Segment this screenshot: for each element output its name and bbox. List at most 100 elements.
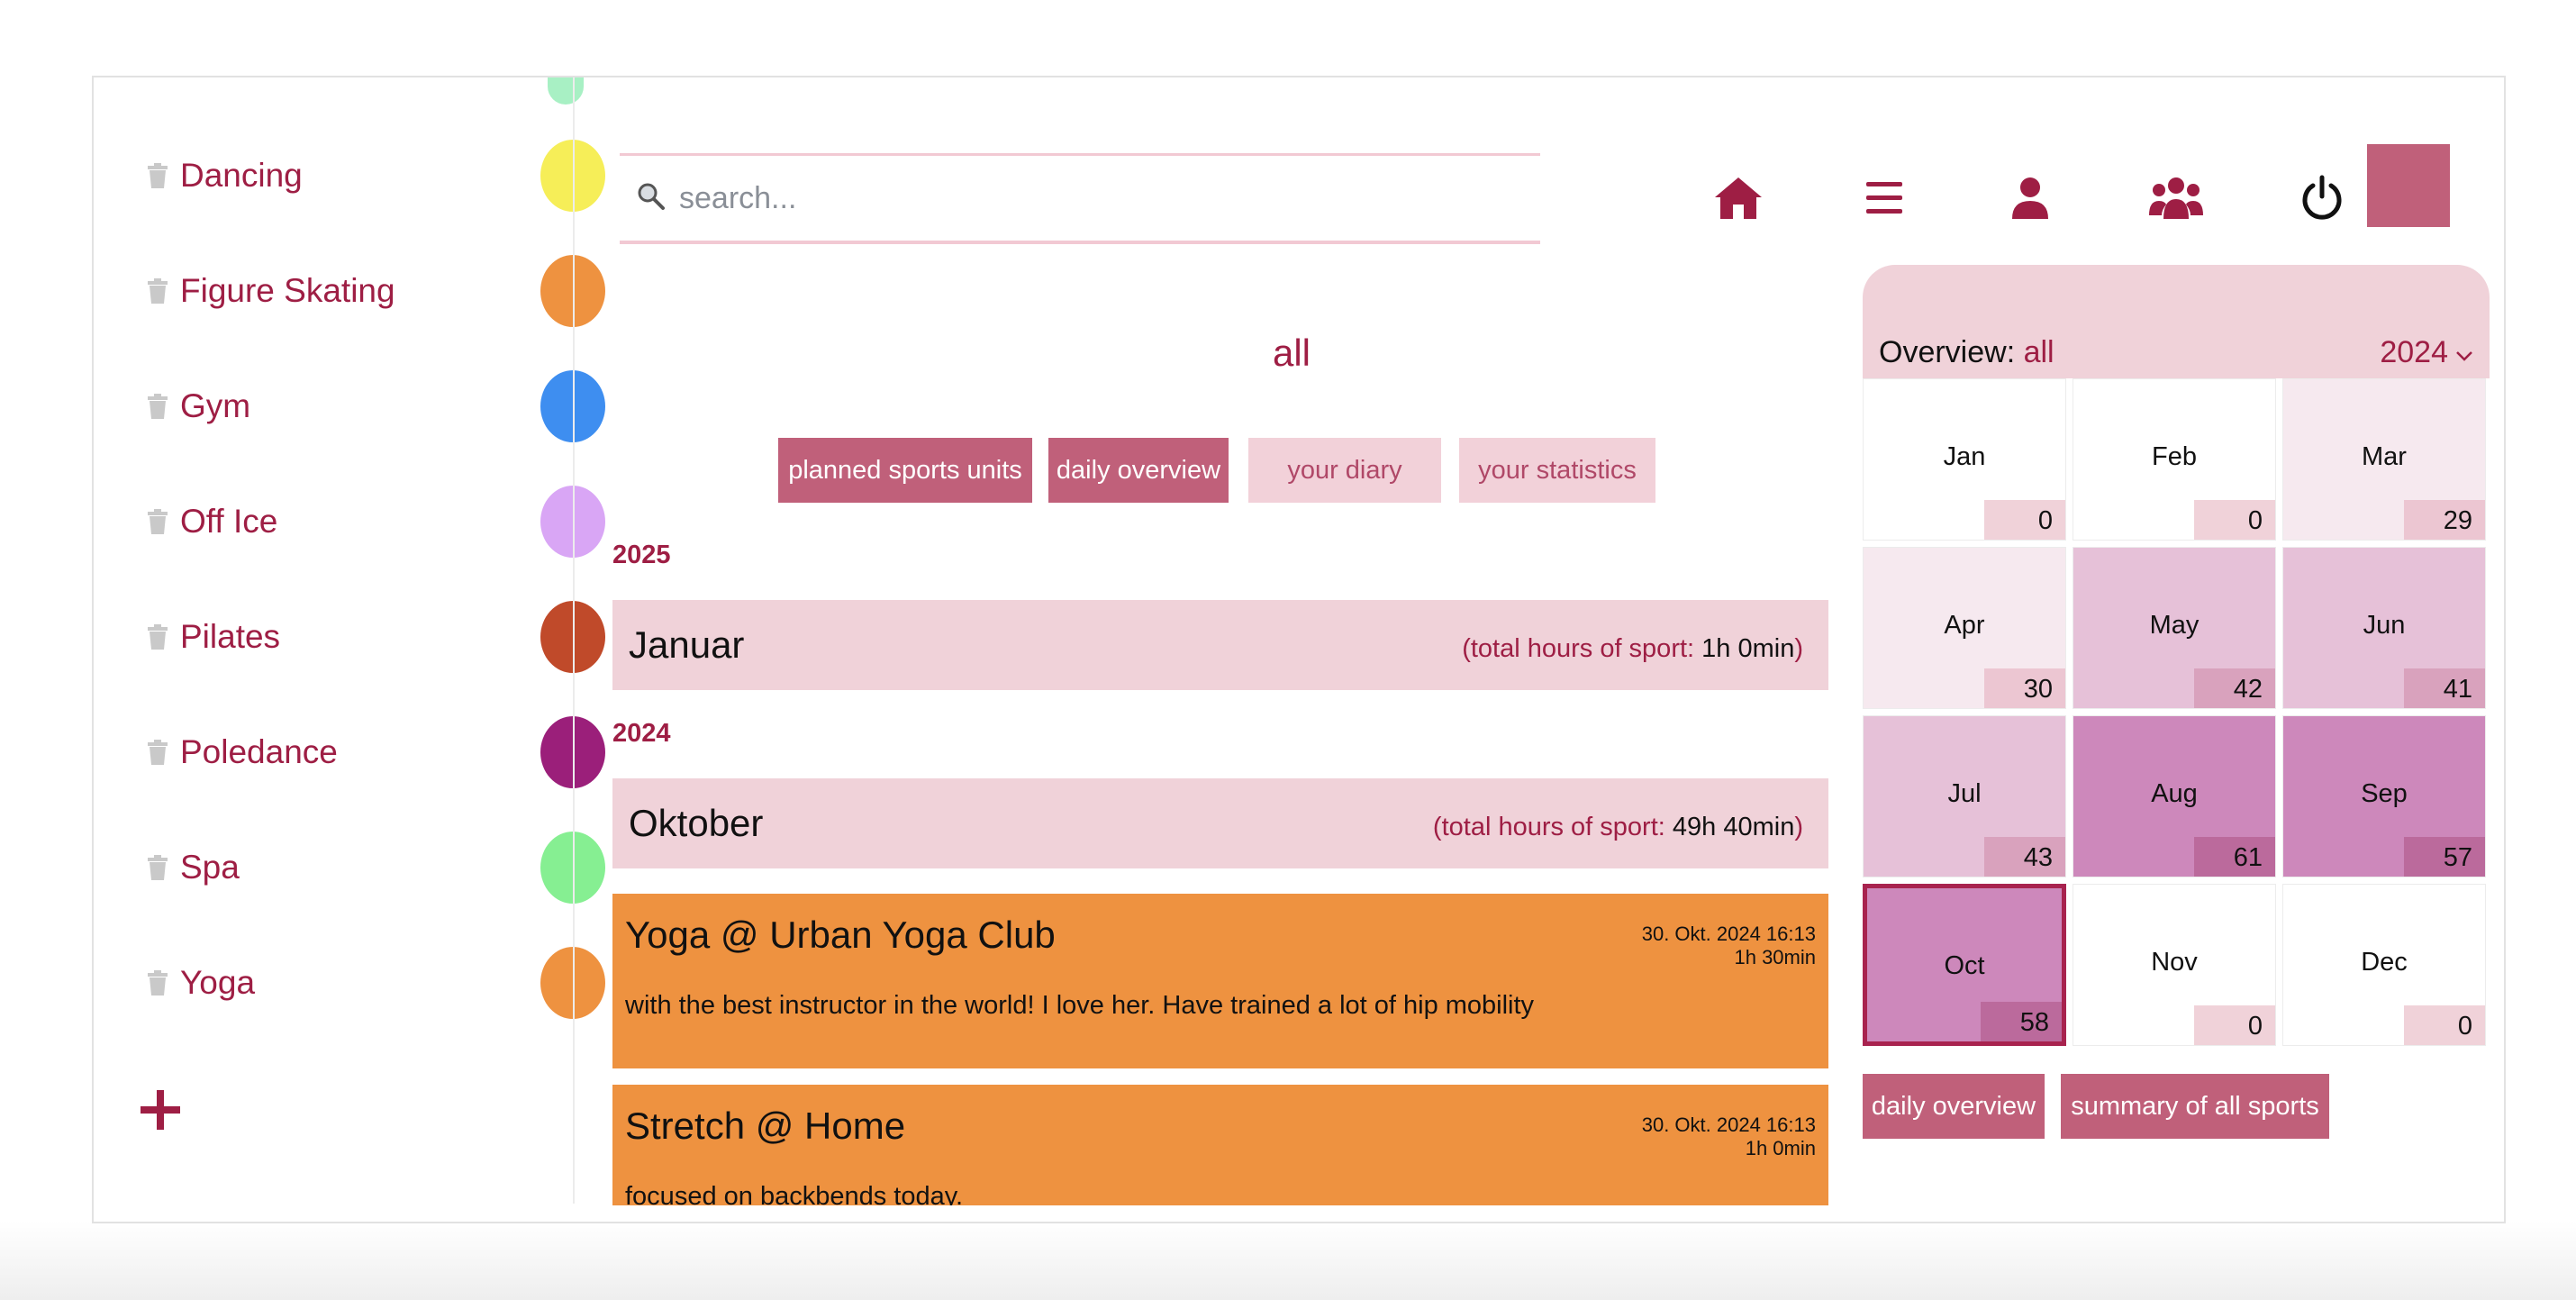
year-heading: 2025 [612, 541, 671, 569]
filter-title: all [1272, 332, 1311, 374]
month-cell-label: Apr [1944, 611, 1985, 640]
month-summary-bar[interactable]: Januar (total hours of sport: 1h 0min) [612, 600, 1828, 690]
overview-value: all [2023, 335, 2054, 369]
tab-daily-overview[interactable]: daily overview [1048, 438, 1229, 503]
month-name: Oktober [629, 802, 764, 844]
month-cell-feb[interactable]: Feb 0 [2073, 378, 2276, 541]
month-cell-oct[interactable]: Oct 58 [1863, 884, 2066, 1046]
month-cell-nov[interactable]: Nov 0 [2073, 884, 2276, 1046]
users-icon[interactable] [2140, 162, 2212, 234]
month-cell-count: 41 [2404, 668, 2485, 708]
month-cell-jan[interactable]: Jan 0 [1863, 378, 2066, 541]
trash-icon[interactable] [148, 624, 168, 650]
trash-icon[interactable] [148, 509, 168, 534]
year-heading: 2024 [612, 719, 671, 748]
month-cell-label: May [2149, 611, 2200, 640]
avatar[interactable] [2367, 144, 2450, 227]
entry-title: Stretch @ Home [625, 1105, 906, 1147]
search-input[interactable] [677, 179, 1492, 217]
search-icon [636, 181, 667, 216]
tab-your-diary[interactable]: your diary [1248, 438, 1441, 503]
sidebar-item-label: Spa [180, 849, 240, 886]
entry-duration: 1h 0min [1745, 1137, 1816, 1159]
list-scroll-clip [612, 1205, 1828, 1222]
month-cell-count: 42 [2194, 668, 2275, 708]
month-cell-count: 30 [1984, 668, 2065, 708]
month-cell-dec[interactable]: Dec 0 [2282, 884, 2486, 1046]
app-frame: Dancing Figure Skating Gym Off Ice Pilates Po… [92, 76, 2506, 1223]
month-cell-label: Aug [2151, 779, 2198, 808]
month-cell-count: 57 [2404, 837, 2485, 877]
year-select[interactable]: 2024 [2380, 335, 2473, 370]
sidebar-item[interactable]: Yoga [148, 956, 255, 1010]
trash-icon[interactable] [148, 970, 168, 995]
diary-entry-card[interactable]: Yoga @ Urban Yoga Club 30. Okt. 2024 16:… [612, 894, 1828, 1068]
month-cell-sep[interactable]: Sep 57 [2282, 715, 2486, 877]
sidebar-item[interactable]: Figure Skating [148, 264, 395, 318]
month-cell-count: 0 [2194, 500, 2275, 540]
sidebar-item-label: Poledance [180, 733, 338, 770]
daily-overview-button[interactable]: daily overview [1863, 1074, 2045, 1139]
month-cell-count: 61 [2194, 837, 2275, 877]
month-cell-jun[interactable]: Jun 41 [2282, 547, 2486, 709]
month-cell-aug[interactable]: Aug 61 [2073, 715, 2276, 877]
user-icon[interactable] [1994, 162, 2066, 234]
summary-of-all-sports-button[interactable]: summary of all sports [2061, 1074, 2329, 1139]
month-cell-count: 58 [1981, 1002, 2062, 1041]
entry-meta: 30. Okt. 2024 16:13 1h 30min [1642, 923, 1816, 969]
sidebar-divider [573, 77, 575, 1204]
sidebar-item-label: Off Ice [180, 503, 278, 540]
trash-icon[interactable] [148, 278, 168, 304]
month-cell-label: Dec [2361, 948, 2408, 977]
month-cell-label: Oct [1944, 951, 1985, 980]
sidebar-item[interactable]: Spa [148, 841, 240, 895]
calendar-header: Overview: all 2024 [1863, 265, 2490, 378]
window-bottom-shadow [0, 1221, 2576, 1300]
month-total: (total hours of sport: 49h 40min) [1432, 813, 1803, 841]
sidebar-item-label: Figure Skating [180, 272, 395, 309]
month-summary-bar[interactable]: Oktober (total hours of sport: 49h 40min… [612, 778, 1828, 868]
month-cell-label: Jan [1943, 442, 1986, 471]
month-cell-mar[interactable]: Mar 29 [2282, 378, 2486, 541]
tab-planned-sports-units[interactable]: planned sports units [778, 438, 1032, 503]
power-icon[interactable] [2286, 162, 2358, 234]
tab-your-statistics[interactable]: your statistics [1459, 438, 1655, 503]
month-cell-count: 0 [1984, 500, 2065, 540]
entry-title: Yoga @ Urban Yoga Club [625, 914, 1056, 956]
sidebar-item-label: Pilates [180, 618, 281, 655]
sport-list-sidebar: Dancing Figure Skating Gym Off Ice Pilates Po… [94, 77, 605, 1222]
sidebar-item[interactable]: Pilates [148, 610, 280, 664]
home-icon[interactable] [1702, 162, 1774, 234]
chevron-down-icon [2455, 335, 2473, 370]
month-cell-jul[interactable]: Jul 43 [1863, 715, 2066, 877]
overview-label: Overview: all [1879, 335, 2054, 369]
month-cell-label: Jul [1947, 779, 1982, 808]
plus-icon[interactable] [139, 1088, 193, 1142]
month-total: (total hours of sport: 1h 0min) [1462, 634, 1803, 663]
sport-color-dot-partial [548, 77, 584, 105]
trash-icon[interactable] [148, 855, 168, 880]
sidebar-item[interactable]: Dancing [148, 149, 303, 203]
month-cell-label: Feb [2152, 442, 2197, 471]
month-name: Januar [629, 623, 745, 666]
entry-text: with the best instructor in the world! I… [625, 991, 1535, 1020]
month-cell-count: 43 [1984, 837, 2065, 877]
entry-meta: 30. Okt. 2024 16:13 1h 0min [1642, 1114, 1816, 1160]
month-cell-label: Nov [2151, 948, 2198, 977]
sidebar-item[interactable]: Poledance [148, 725, 338, 779]
entry-date: 30. Okt. 2024 16:13 [1641, 1114, 1816, 1136]
month-cell-count: 0 [2404, 1005, 2485, 1045]
menu-icon[interactable] [1848, 162, 1920, 234]
trash-icon[interactable] [148, 740, 168, 765]
month-cell-may[interactable]: May 42 [2073, 547, 2276, 709]
month-cell-count: 0 [2194, 1005, 2275, 1045]
trash-icon[interactable] [148, 394, 168, 419]
month-cell-apr[interactable]: Apr 30 [1863, 547, 2066, 709]
sidebar-item[interactable]: Gym [148, 379, 250, 433]
sidebar-item[interactable]: Off Ice [148, 495, 277, 549]
sidebar-item-label: Dancing [180, 157, 303, 194]
entry-duration: 1h 30min [1734, 946, 1816, 968]
diary-entry-card[interactable]: Stretch @ Home 30. Okt. 2024 16:13 1h 0mi… [612, 1085, 1828, 1211]
trash-icon[interactable] [148, 163, 168, 188]
entry-date: 30. Okt. 2024 16:13 [1641, 923, 1816, 945]
